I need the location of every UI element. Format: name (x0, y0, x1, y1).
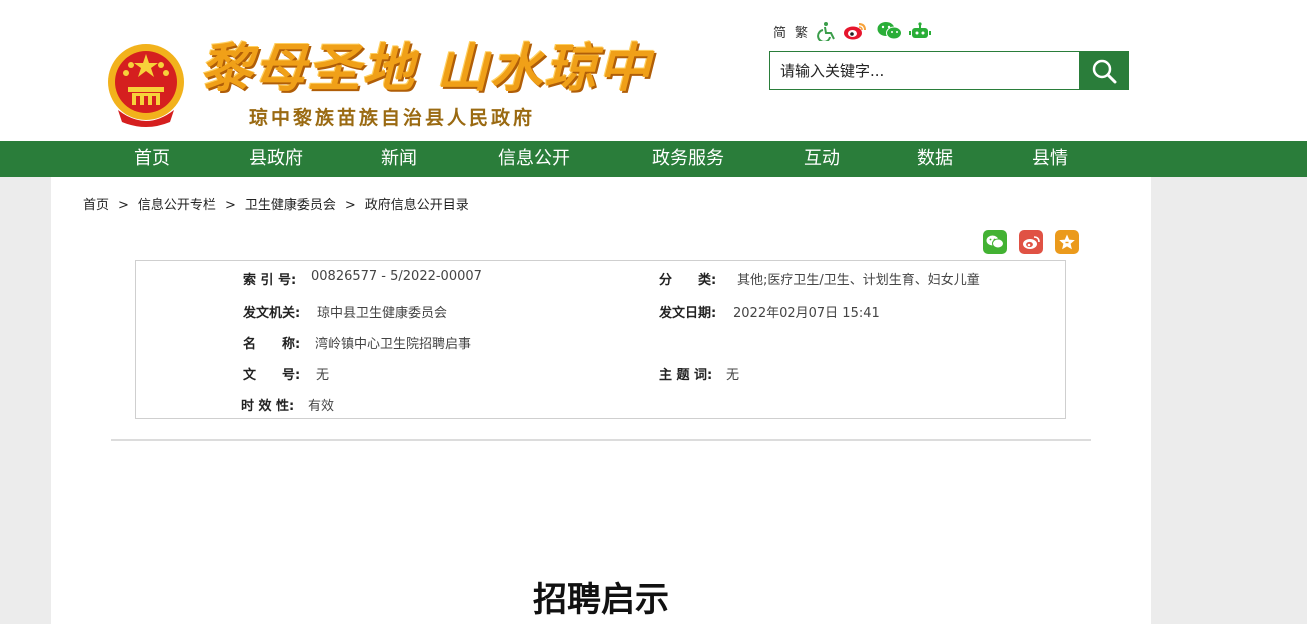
breadcrumb-disclosure-catalog[interactable]: 政府信息公开目录 (365, 198, 469, 213)
search-input[interactable] (770, 52, 1080, 89)
title-value: 湾岭镇中心卫生院招聘启事 (315, 337, 472, 352)
breadcrumb: 首页 > 信息公开专栏 > 卫生健康委员会 > 政府信息公开目录 (83, 194, 469, 213)
site-slogan: 黎母圣地 山水琼中 (200, 38, 653, 99)
government-name: 琼中黎族苗族自治县人民政府 (249, 107, 536, 129)
breadcrumb-health-commission[interactable]: 卫生健康委员会 (245, 198, 336, 213)
share-weibo-button[interactable] (1019, 230, 1043, 254)
weibo-icon[interactable] (843, 21, 867, 41)
accessibility-icon[interactable] (817, 21, 837, 41)
document-number-value: 无 (316, 368, 330, 383)
search-box (769, 51, 1129, 90)
nav-item-news[interactable]: 新闻 (363, 141, 435, 177)
share-wechat-button[interactable] (983, 230, 1007, 254)
nav-item-interaction[interactable]: 互动 (786, 141, 858, 177)
simplified-chinese-link[interactable]: 简 (773, 22, 786, 41)
header-tools: 简 繁 (773, 20, 937, 42)
validity-value: 有效 (308, 399, 335, 414)
section-divider (111, 439, 1091, 441)
validity-label: 时 效 性: (241, 399, 295, 414)
traditional-chinese-link[interactable]: 繁 (795, 22, 808, 41)
favorite-icon (1059, 234, 1075, 250)
article-title: 招聘启示 (533, 580, 669, 620)
national-emblem-icon (108, 44, 184, 127)
nav-item-government-services[interactable]: 政务服务 (638, 141, 738, 177)
index-number-label: 索 引 号: (243, 273, 297, 288)
subject-terms-label: 主 题 词: (659, 368, 713, 383)
nav-item-county-profile[interactable]: 县情 (1014, 141, 1086, 177)
issuer-value: 琼中县卫生健康委员会 (317, 306, 448, 321)
category-value: 其他;医疗卫生/卫生、计划生育、妇女儿童 (737, 273, 980, 288)
document-number-label: 文 号: (243, 368, 301, 383)
breadcrumb-separator: > (344, 198, 356, 213)
weibo-icon (1023, 235, 1040, 249)
document-info-table: 索 引 号: 00826577 - 5/2022-00007 分 类: 其他;医… (135, 260, 1066, 419)
nav-item-data[interactable]: 数据 (899, 141, 971, 177)
site-header: 黎母圣地 山水琼中 琼中黎族苗族自治县人民政府 简 繁 (0, 0, 1307, 141)
index-number-value: 00826577 - 5/2022-00007 (311, 269, 482, 284)
subject-terms-value: 无 (726, 368, 740, 383)
nav-item-county-government[interactable]: 县政府 (233, 141, 319, 177)
wechat-icon (986, 235, 1004, 249)
issue-date-value: 2022年02月07日 15:41 (733, 306, 880, 321)
wechat-icon[interactable] (877, 21, 903, 41)
title-label: 名 称: (243, 337, 301, 352)
main-nav: 首页 县政府 新闻 信息公开 政务服务 互动 数据 县情 (0, 141, 1307, 177)
issue-date-label: 发文日期: (659, 306, 717, 321)
breadcrumb-separator: > (224, 198, 236, 213)
add-favorite-button[interactable] (1055, 230, 1079, 254)
robot-icon[interactable] (909, 21, 932, 41)
nav-item-home[interactable]: 首页 (116, 141, 188, 177)
breadcrumb-separator: > (118, 198, 129, 213)
breadcrumb-info-column[interactable]: 信息公开专栏 (138, 198, 216, 213)
search-button[interactable] (1079, 52, 1128, 89)
content-panel: 首页 > 信息公开专栏 > 卫生健康委员会 > 政府信息公开目录 索 引 号: 008265… (51, 177, 1151, 624)
category-label: 分 类: (659, 273, 717, 288)
nav-item-information-disclosure[interactable]: 信息公开 (484, 141, 584, 177)
issuer-label: 发文机关: (243, 306, 301, 321)
search-icon (1092, 59, 1116, 83)
breadcrumb-home[interactable]: 首页 (83, 198, 109, 213)
